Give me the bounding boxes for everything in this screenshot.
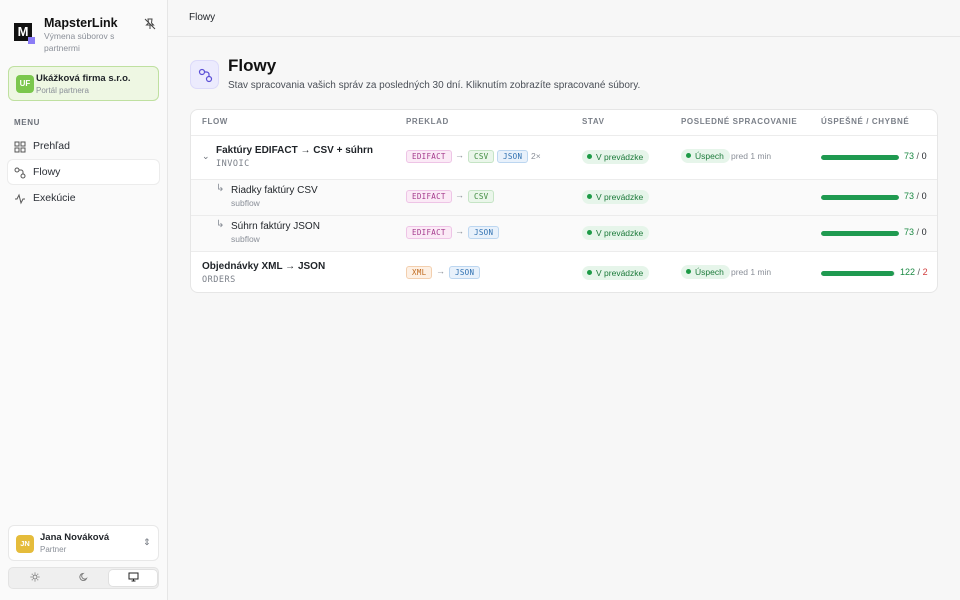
flow-name: Riadky faktúry CSV	[231, 185, 318, 196]
progress-fill	[821, 271, 894, 276]
brand[interactable]: M MapsterLink Výmena súborov s partnermi	[14, 16, 159, 56]
format-badge: CSV	[468, 190, 495, 203]
theme-switcher	[8, 567, 159, 589]
progress-fill	[821, 155, 899, 160]
table-row[interactable]: ⌄ Faktúry EDIFACT → CSV + súhrn INVOIC E…	[191, 136, 937, 180]
page-title: Flowy	[228, 56, 277, 75]
menu-label: MENU	[14, 118, 40, 127]
app-name: MapsterLink	[44, 16, 118, 30]
chevron-up-down-icon: ⇕	[143, 537, 151, 547]
column-header-status[interactable]: STAV	[582, 117, 605, 126]
flow-code: INVOIC	[216, 159, 250, 169]
flow-name: Objednávky XML → JSON	[202, 261, 326, 272]
organization-name: Ukážková firma s.r.o.	[36, 73, 131, 84]
table-row[interactable]: Objednávky XML → JSON ORDERS XML → JSON …	[191, 252, 937, 292]
flow-code: ORDERS	[202, 275, 236, 285]
breadcrumb: Flowy	[189, 12, 216, 23]
format-badge: EDIFACT	[406, 226, 452, 239]
status-badge: V prevádzke	[582, 226, 650, 240]
user-menu[interactable]: JN Jana Nováková Partner ⇕	[8, 525, 159, 561]
table-row[interactable]: ↳ Riadky faktúry CSV subflow EDIFACT → C…	[191, 180, 937, 216]
flow-icon	[14, 166, 26, 179]
result-counts: 73 / 0	[904, 227, 927, 237]
app-tagline: Výmena súborov s partnermi	[44, 31, 115, 53]
result-counts: 122 / 2	[900, 267, 928, 277]
progress-bar	[821, 155, 899, 160]
flow-name: Faktúry EDIFACT → CSV + súhrn	[216, 145, 373, 156]
last-status-badge: Úspech	[681, 149, 730, 163]
flow-tag: subflow	[231, 234, 260, 244]
last-status-badge: Úspech	[681, 265, 730, 279]
topbar: Flowy	[168, 0, 960, 37]
column-header-translation[interactable]: PREKLAD	[406, 117, 449, 126]
organization-switcher[interactable]: UF Ukážková firma s.r.o. Portál partnera	[8, 66, 159, 101]
arrow-right-icon: →	[455, 226, 464, 236]
flow-icon	[190, 60, 219, 89]
sidebar-item-label: Flowy	[33, 166, 61, 178]
status-badge: V prevádzke	[582, 150, 650, 164]
format-badge: JSON	[468, 226, 500, 239]
result-counts: 73 / 0	[904, 191, 927, 201]
progress-bar	[821, 271, 895, 276]
multiplier: 2×	[531, 151, 541, 161]
progress-fill	[821, 231, 899, 236]
grid-icon	[14, 140, 26, 153]
format-badge: XML	[406, 266, 433, 279]
format-badge: EDIFACT	[406, 150, 452, 163]
status-badge: V prevádzke	[582, 266, 650, 280]
subflow-arrow-icon: ↳	[216, 219, 225, 230]
user-name: Jana Nováková	[40, 532, 110, 543]
chevron-down-icon[interactable]: ⌄	[202, 151, 210, 162]
column-header-flow[interactable]: FLOW	[202, 117, 228, 126]
flow-tag: subflow	[231, 198, 260, 208]
result-counts: 73 / 0	[904, 151, 927, 161]
subflow-arrow-icon: ↳	[216, 183, 225, 194]
avatar: JN	[16, 535, 34, 553]
format-badge: JSON	[449, 266, 481, 279]
flow-name: Súhrn faktúry JSON	[231, 221, 320, 232]
arrow-right-icon: →	[455, 190, 464, 200]
format-badge: EDIFACT	[406, 190, 452, 203]
pin-off-icon[interactable]	[144, 18, 156, 30]
activity-icon	[14, 192, 26, 205]
sidebar-item-exekucie[interactable]: Exekúcie	[8, 186, 159, 210]
organization-avatar: UF	[16, 75, 34, 93]
status-badge: V prevádzke	[582, 190, 650, 204]
organization-portal: Portál partnera	[36, 86, 89, 95]
arrow-right-icon: →	[436, 266, 445, 276]
sidebar-item-label: Exekúcie	[33, 192, 76, 204]
column-header-results[interactable]: ÚSPEŠNÉ / CHYBNÉ	[821, 117, 909, 126]
sidebar-item-prehlad[interactable]: Prehľad	[8, 134, 159, 158]
progress-bar	[821, 195, 899, 200]
last-time: pred 1 min	[731, 267, 772, 277]
sidebar-item-flowy[interactable]: Flowy	[8, 160, 159, 184]
format-badge: CSV	[468, 150, 495, 163]
user-role: Partner	[40, 545, 67, 554]
sun-icon[interactable]	[11, 570, 59, 586]
moon-icon[interactable]	[60, 570, 108, 586]
format-badge: JSON	[497, 150, 529, 163]
arrow-right-icon: →	[455, 150, 464, 160]
progress-fill	[821, 195, 899, 200]
sidebar-item-label: Prehľad	[33, 140, 70, 152]
page-subtitle: Stav spracovania vašich správ za posledn…	[228, 80, 641, 91]
app-logo: M	[14, 23, 36, 44]
sidebar: M MapsterLink Výmena súborov s partnermi…	[0, 0, 168, 600]
flows-table: FLOW PREKLAD STAV POSLEDNÉ SPRACOVANIE Ú…	[190, 109, 938, 293]
last-time: pred 1 min	[731, 151, 772, 161]
column-header-last[interactable]: POSLEDNÉ SPRACOVANIE	[681, 117, 797, 126]
monitor-icon[interactable]	[109, 570, 157, 586]
progress-bar	[821, 231, 899, 236]
table-row[interactable]: ↳ Súhrn faktúry JSON subflow EDIFACT → J…	[191, 216, 937, 252]
